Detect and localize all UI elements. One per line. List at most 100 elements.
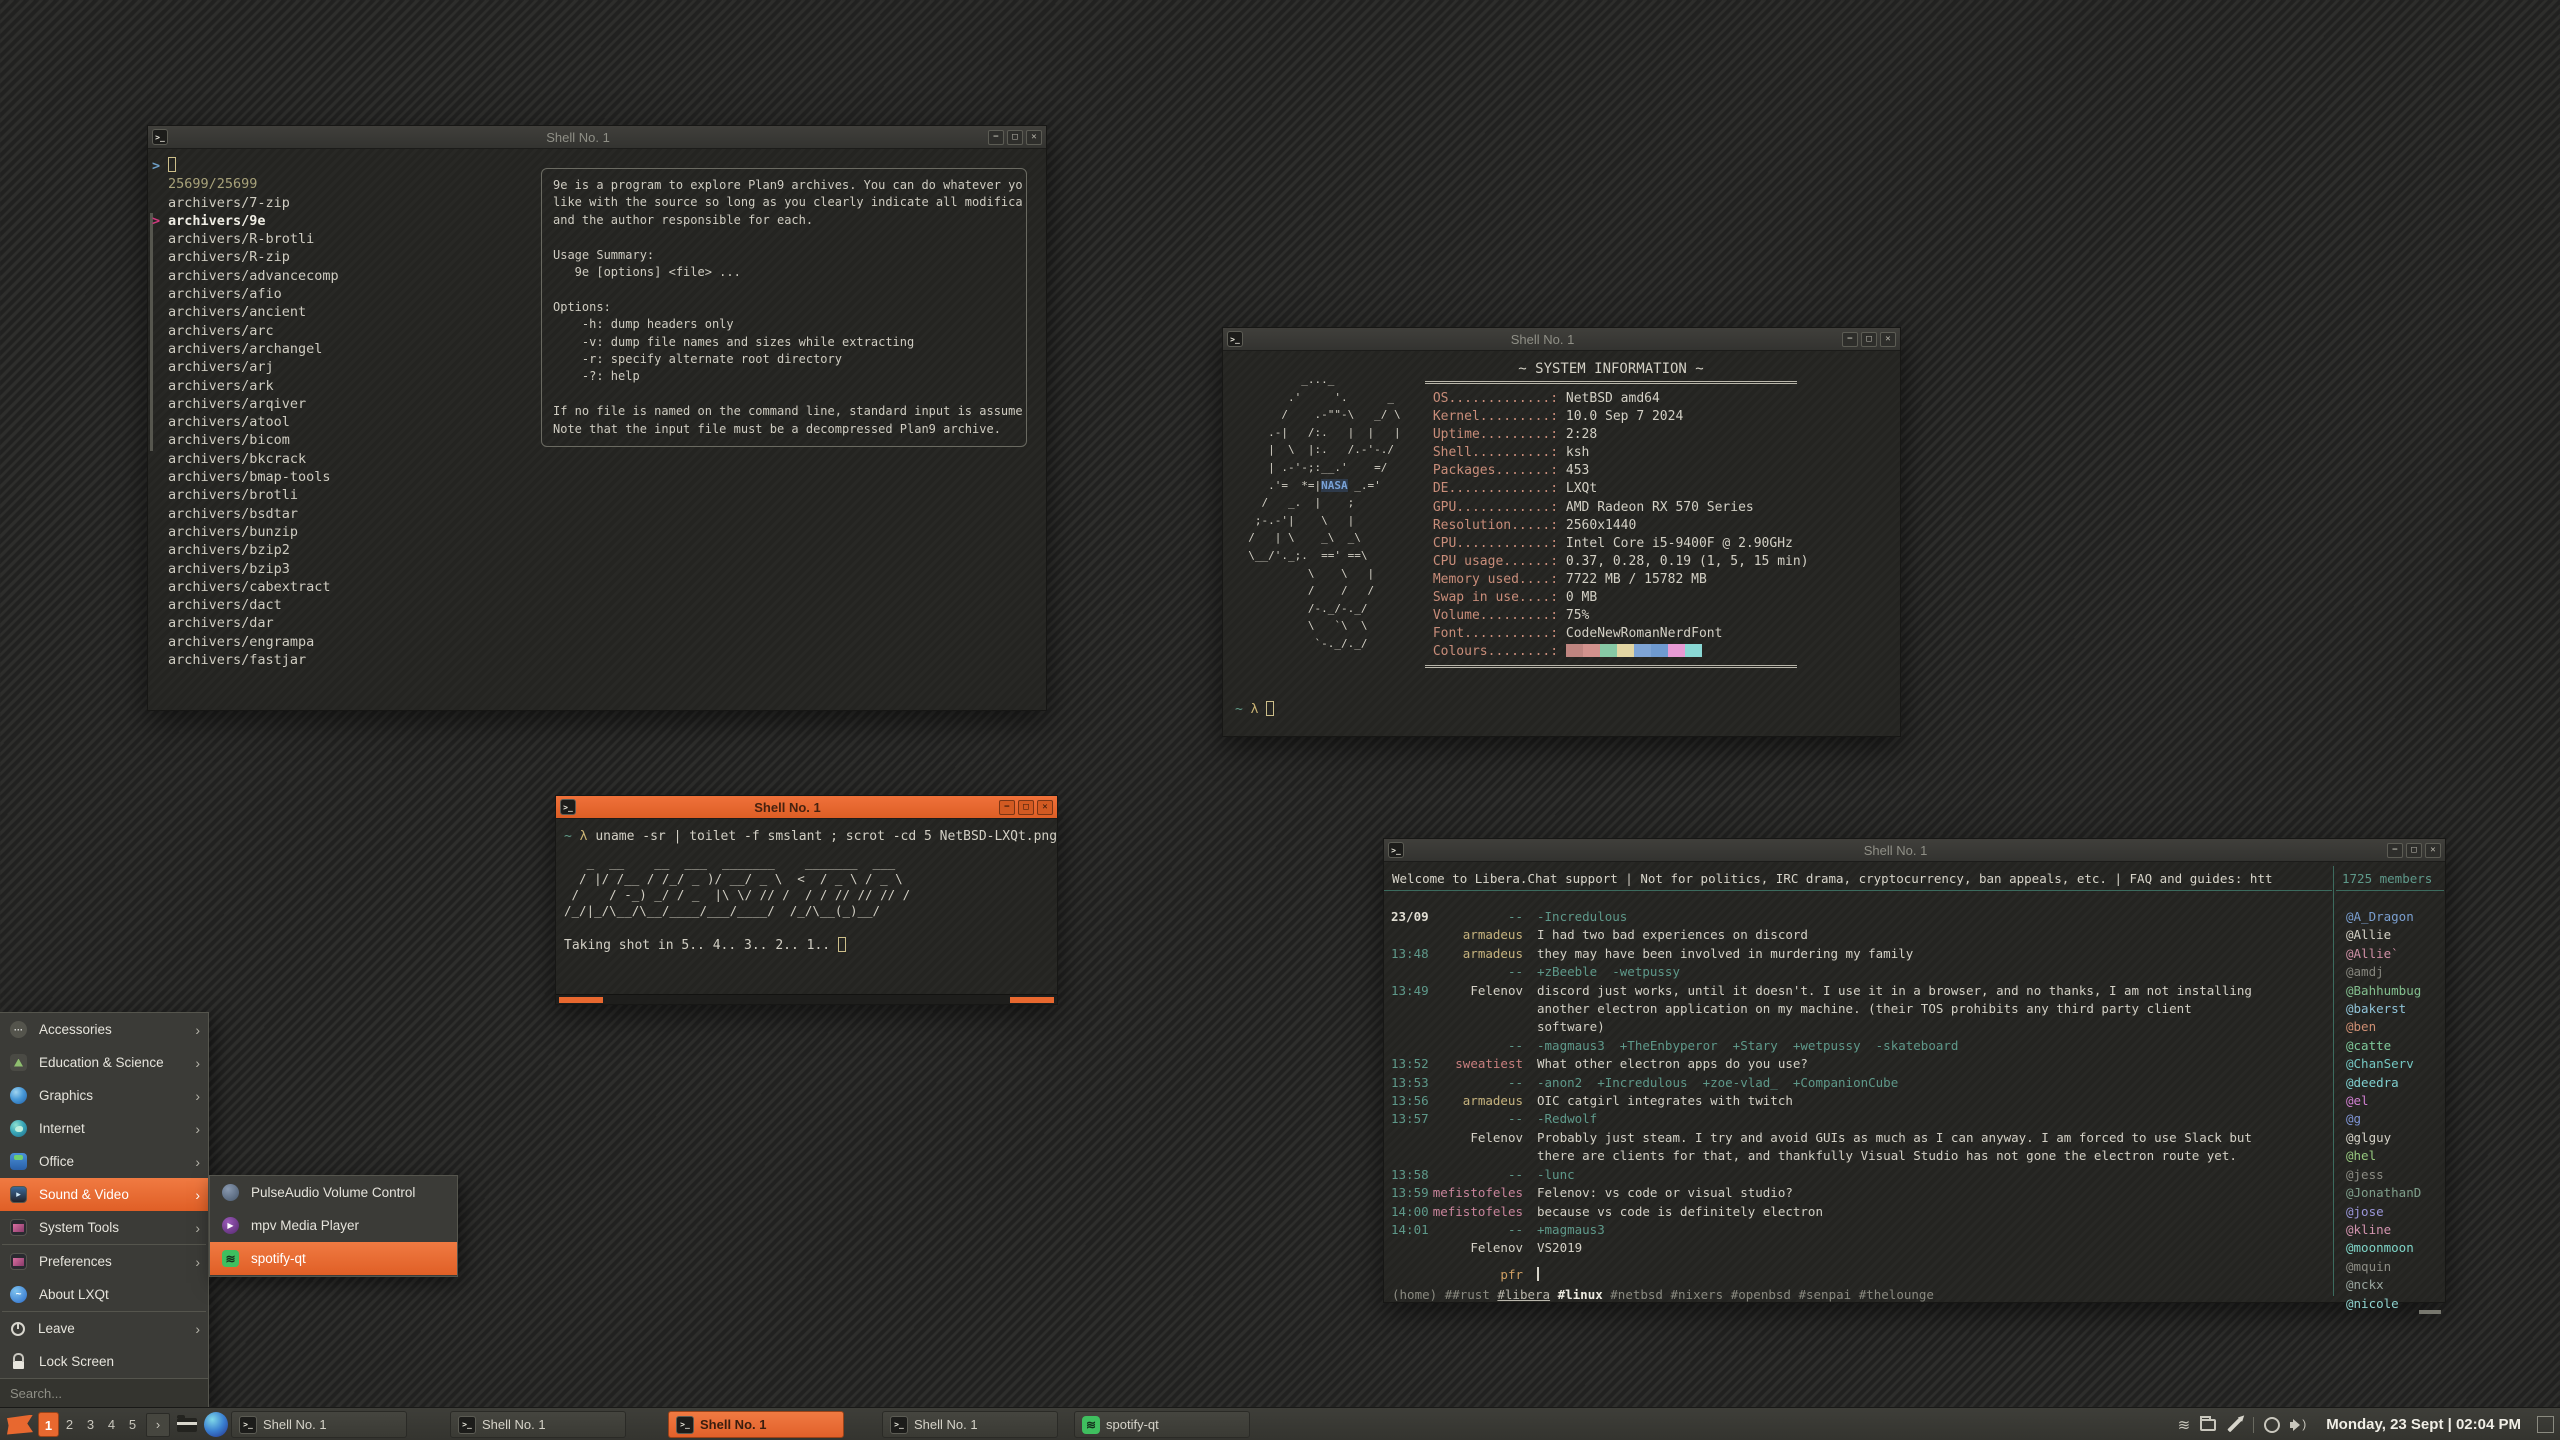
channel-tab[interactable]: #nixers [1671, 1287, 1724, 1302]
nicklist-entry[interactable]: @jose [2346, 1203, 2421, 1221]
list-item[interactable]: archivers/dar [152, 614, 339, 632]
maximize-button[interactable]: □ [1018, 800, 1034, 815]
task-button-shell-no-1[interactable]: >_Shell No. 1 [668, 1411, 844, 1438]
menu-item-graphics[interactable]: Graphics› [0, 1079, 208, 1112]
list-item[interactable]: archivers/ark [152, 377, 339, 395]
list-item[interactable]: archivers/brotli [152, 486, 339, 504]
file-manager-launcher[interactable] [175, 1413, 199, 1437]
list-item[interactable]: archivers/atool [152, 413, 339, 431]
nicklist-entry[interactable]: @JonathanD [2346, 1184, 2421, 1202]
channel-switcher[interactable]: (home) ##rust #libera #linux #netbsd #ni… [1392, 1286, 1934, 1304]
menu-item-education-science[interactable]: Education & Science› [0, 1046, 208, 1079]
nicklist-entry[interactable]: @g [2346, 1110, 2421, 1128]
nicklist-entry[interactable]: @A_Dragon [2346, 908, 2421, 926]
list-item[interactable]: archivers/arc [152, 322, 339, 340]
resize-grip-left[interactable] [559, 997, 603, 1003]
maximize-button[interactable]: □ [1861, 332, 1877, 347]
list-item[interactable]: archivers/R-zip [152, 248, 339, 266]
task-button-spotify-qt[interactable]: ≋spotify-qt [1074, 1411, 1250, 1438]
list-item[interactable]: archivers/bkcrack [152, 450, 339, 468]
nicklist-scrollbar[interactable] [2419, 1310, 2441, 1314]
channel-tab[interactable]: #senpai [1798, 1287, 1851, 1302]
channel-tab[interactable]: (home) [1392, 1287, 1437, 1302]
message-input-row[interactable]: pfr [1384, 1266, 2332, 1284]
titlebar[interactable]: >_ Shell No. 1 − □ ✕ [148, 126, 1046, 149]
close-button[interactable]: ✕ [1037, 800, 1053, 815]
task-button-shell-no-1[interactable]: >_Shell No. 1 [882, 1411, 1058, 1438]
nicklist-entry[interactable]: @jess [2346, 1166, 2421, 1184]
minimize-button[interactable]: − [999, 800, 1015, 815]
nicklist-entry[interactable]: @nckx [2346, 1276, 2421, 1294]
list-item[interactable]: archivers/fastjar [152, 651, 339, 669]
titlebar[interactable]: >_ Shell No. 1 − □ ✕ [1384, 839, 2445, 862]
workspace-button-5[interactable]: 5 [122, 1417, 143, 1432]
nicklist-entry[interactable]: @nicole [2346, 1295, 2421, 1313]
list-item[interactable]: archivers/bzip2 [152, 541, 339, 559]
fzf-prompt-line[interactable]: > [152, 157, 339, 175]
titlebar[interactable]: >_ Shell No. 1 − □ ✕ [556, 796, 1057, 819]
nicklist-entry[interactable]: @amdj [2346, 963, 2421, 981]
submenu-item-mpv-media-player[interactable]: mpv Media Player [210, 1209, 457, 1242]
nicklist-entry[interactable]: @Allie` [2346, 945, 2421, 963]
channel-tab[interactable]: #thelounge [1859, 1287, 1934, 1302]
list-item[interactable]: archivers/engrampa [152, 633, 339, 651]
list-item[interactable]: archivers/arj [152, 358, 339, 376]
menu-item-sound-video[interactable]: Sound & Video› [0, 1178, 208, 1211]
list-item[interactable]: archivers/arqiver [152, 395, 339, 413]
submenu-item-pulseaudio-volume-control[interactable]: PulseAudio Volume Control [210, 1176, 457, 1209]
filemanager-tray-icon[interactable] [2200, 1419, 2216, 1431]
nicklist-entry[interactable]: @deedra [2346, 1074, 2421, 1092]
nicklist-entry[interactable]: @ben [2346, 1018, 2421, 1036]
menu-item-system-tools[interactable]: System Tools› [0, 1211, 208, 1244]
menu-item-internet[interactable]: Internet› [0, 1112, 208, 1145]
list-item[interactable]: archivers/R-brotli [152, 230, 339, 248]
titlebar[interactable]: >_ Shell No. 1 − □ ✕ [1223, 328, 1900, 351]
close-button[interactable]: ✕ [2425, 843, 2441, 858]
menu-item-lock-screen[interactable]: Lock Screen [0, 1345, 208, 1378]
nick-list[interactable]: @A_Dragon@Allie@Allie`@amdj@Bahhumbug@ba… [2346, 908, 2421, 1313]
list-item[interactable]: archivers/cabextract [152, 578, 339, 596]
spotify-tray-icon[interactable]: ≋ [2178, 1416, 2191, 1434]
resize-grip-right[interactable] [1010, 997, 1054, 1003]
list-item[interactable]: archivers/bsdtar [152, 505, 339, 523]
workspace-button-1[interactable]: 1 [38, 1412, 59, 1437]
show-desktop-button[interactable] [2537, 1416, 2554, 1433]
list-item[interactable]: archivers/afio [152, 285, 339, 303]
menu-search-input[interactable]: Search... [0, 1378, 208, 1407]
close-button[interactable]: ✕ [1026, 130, 1042, 145]
minimize-button[interactable]: − [2387, 843, 2403, 858]
workspace-button-4[interactable]: 4 [101, 1417, 122, 1432]
list-item[interactable]: archivers/bzip3 [152, 560, 339, 578]
nicklist-entry[interactable]: @ChanServ [2346, 1055, 2421, 1073]
task-button-shell-no-1[interactable]: >_Shell No. 1 [450, 1411, 626, 1438]
nicklist-entry[interactable]: @hel [2346, 1147, 2421, 1165]
status-tray-icon[interactable] [2264, 1417, 2280, 1433]
channel-tab[interactable]: #openbsd [1731, 1287, 1791, 1302]
nicklist-entry[interactable]: @Bahhumbug [2346, 982, 2421, 1000]
menu-item-leave[interactable]: Leave› [0, 1312, 208, 1345]
nicklist-entry[interactable]: @Allie [2346, 926, 2421, 944]
list-item[interactable]: >archivers/9e [152, 212, 339, 230]
nicklist-entry[interactable]: @bakerst [2346, 1000, 2421, 1018]
channel-tab[interactable]: #linux [1558, 1287, 1603, 1302]
list-item[interactable]: archivers/7-zip [152, 194, 339, 212]
menu-item-accessories[interactable]: ···Accessories› [0, 1013, 208, 1046]
close-button[interactable]: ✕ [1880, 332, 1896, 347]
menu-item-office[interactable]: Office› [0, 1145, 208, 1178]
minimize-button[interactable]: − [1842, 332, 1858, 347]
list-item[interactable]: archivers/bunzip [152, 523, 339, 541]
channel-tab[interactable]: #libera [1497, 1287, 1550, 1302]
workspace-button-2[interactable]: 2 [59, 1417, 80, 1432]
list-item[interactable]: archivers/archangel [152, 340, 339, 358]
nicklist-entry[interactable]: @glguy [2346, 1129, 2421, 1147]
minimize-button[interactable]: − [988, 130, 1004, 145]
volume-icon[interactable]: ) [2290, 1418, 2310, 1432]
channel-tab[interactable]: ##rust [1445, 1287, 1490, 1302]
nicklist-entry[interactable]: @mquin [2346, 1258, 2421, 1276]
browser-launcher[interactable] [204, 1413, 228, 1437]
list-item[interactable]: archivers/advancecomp [152, 267, 339, 285]
list-item[interactable]: archivers/bmap-tools [152, 468, 339, 486]
task-button-shell-no-1[interactable]: >_Shell No. 1 [231, 1411, 407, 1438]
editor-tray-icon[interactable] [2227, 1417, 2241, 1431]
nicklist-entry[interactable]: @moonmoon [2346, 1239, 2421, 1257]
